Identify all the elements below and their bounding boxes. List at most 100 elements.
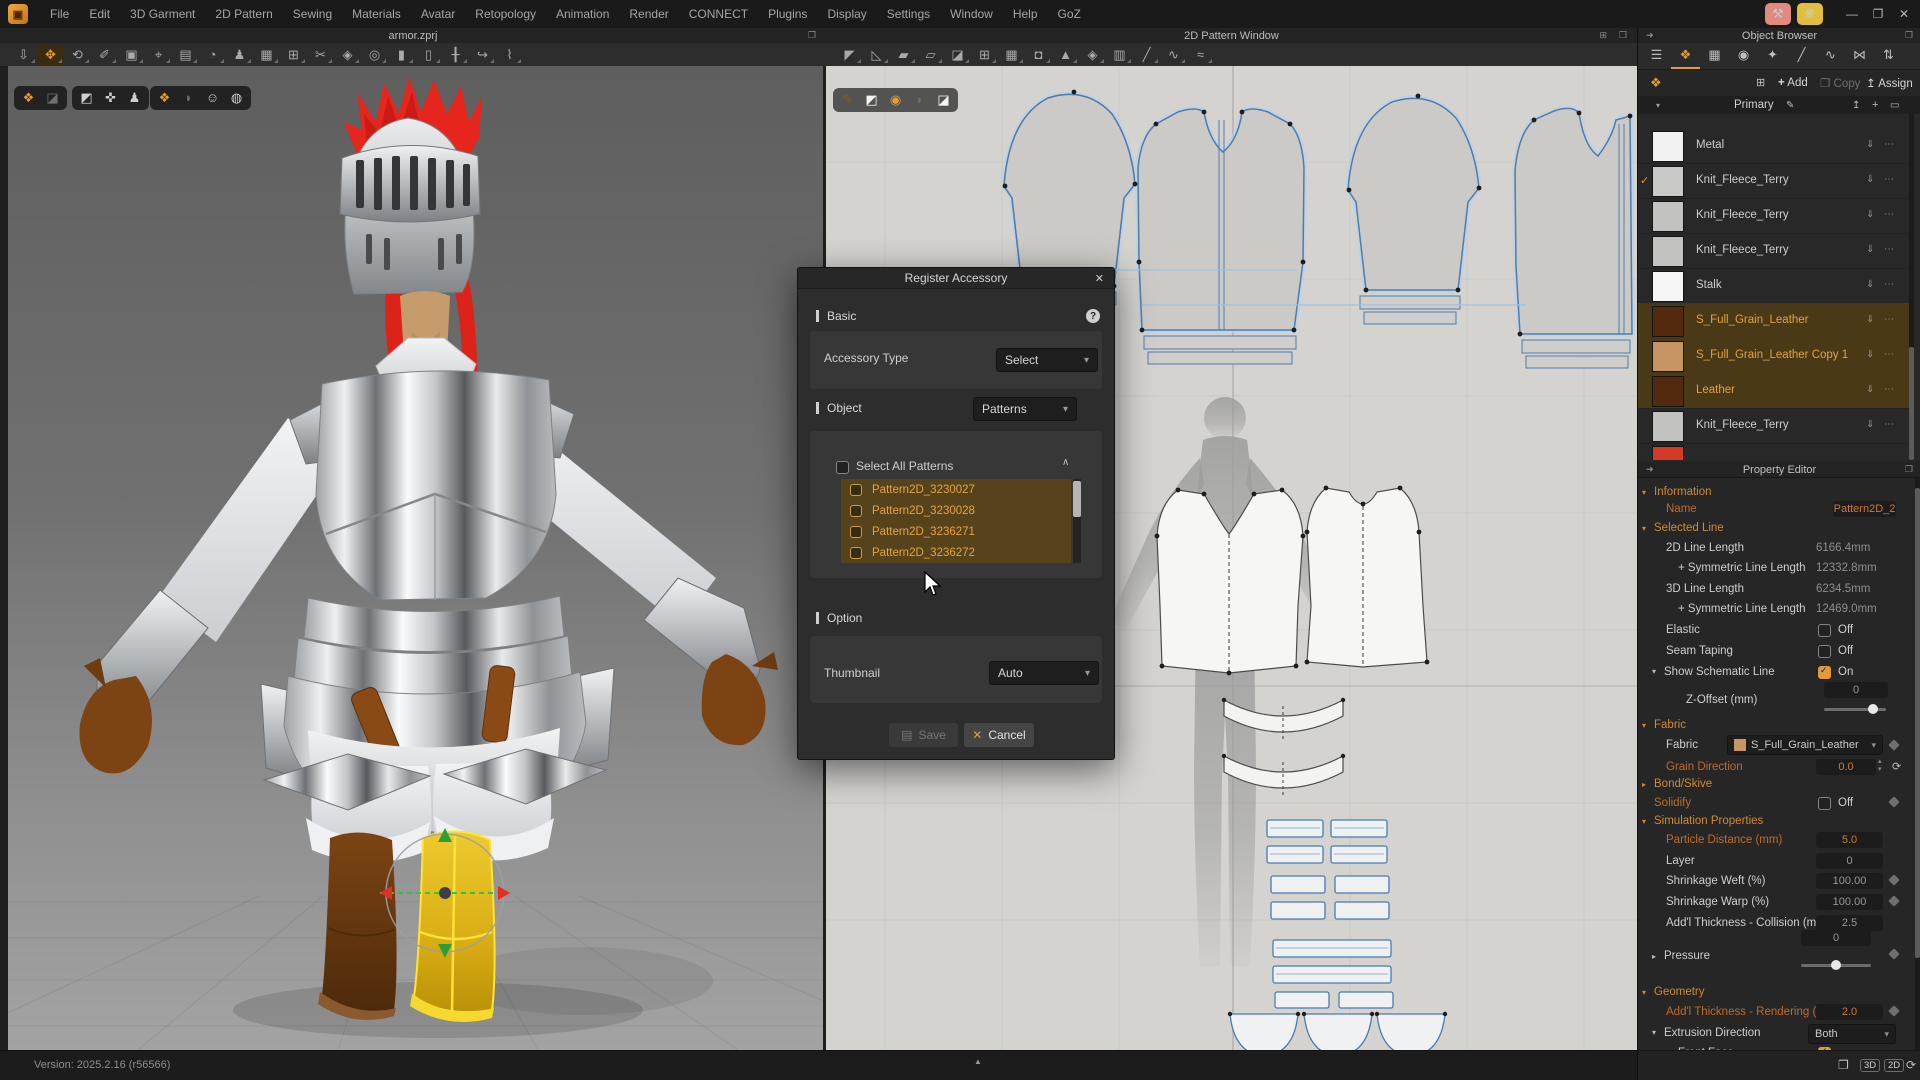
save-icon[interactable]: ⇓ (1866, 174, 1874, 185)
tab-list-icon[interactable]: ☰ (1642, 43, 1671, 67)
blade-icon[interactable]: ◗ (909, 90, 930, 110)
name-field[interactable]: Pattern2D_2 (1833, 501, 1896, 517)
import-icon[interactable]: ⊞ (1756, 76, 1765, 89)
keyframe-diamond-icon[interactable] (1888, 874, 1899, 885)
keyframe-diamond-icon[interactable] (1888, 895, 1899, 906)
section-caret-icon[interactable]: ▾ (1642, 817, 1646, 826)
elastic-checkbox[interactable] (1818, 624, 1831, 637)
popout-icon[interactable]: ❐ (1905, 464, 1913, 475)
save-icon[interactable]: ⇓ (1866, 384, 1874, 395)
tab-fabric-icon[interactable]: ❖ (1671, 43, 1700, 69)
more-menu-icon[interactable]: ⋯ (1884, 279, 1894, 290)
simulate-time-icon[interactable]: ◔ (200, 45, 225, 65)
section-caret-icon[interactable]: ▾ (1642, 988, 1646, 997)
section-caret-icon[interactable]: ▸ (1642, 780, 1646, 789)
accessory-type-dropdown[interactable]: Select (996, 348, 1098, 372)
more-menu-icon[interactable]: ⋯ (1884, 209, 1894, 220)
extrusion-dropdown[interactable]: Both (1808, 1024, 1896, 1044)
section-caret-icon[interactable]: ▾ (1642, 524, 1646, 533)
shirt-view-icon[interactable]: ◩ (76, 88, 97, 108)
pattern-list-item[interactable]: Pattern2D_3236272 (841, 542, 1071, 563)
menu-animation[interactable]: Animation (546, 7, 619, 21)
pattern-list-item[interactable]: Pattern2D_3236271 (841, 521, 1071, 542)
expand-up-icon[interactable]: ▲ (974, 1057, 982, 1066)
collapse-arrow-icon[interactable]: ➜ (1646, 464, 1654, 475)
fabric-row[interactable]: Knit_Fleece_Terry⇓⋯ (1638, 198, 1909, 234)
menu-plugins[interactable]: Plugins (758, 7, 817, 21)
float-icon[interactable]: ⊞ (1599, 30, 1607, 41)
save-icon[interactable]: ⇓ (1866, 139, 1874, 150)
folder-icon[interactable]: ▭ (1890, 100, 1899, 111)
collapse-chevron-icon[interactable]: ∧ (1062, 457, 1069, 468)
add-fabric-button[interactable]: + Add (1778, 77, 1808, 89)
menu-2d-pattern[interactable]: 2D Pattern (205, 7, 282, 21)
fabric-row[interactable]: Stalk⇓⋯ (1638, 268, 1909, 304)
tab-bow-icon[interactable]: ⋈ (1845, 43, 1874, 67)
curve-tool-icon[interactable]: ≈ (1188, 45, 1213, 65)
fabric-row[interactable]: Metal⇓⋯ (1638, 128, 1909, 164)
zoffset-slider[interactable] (1824, 708, 1886, 711)
popout-icon[interactable]: ❐ (1905, 30, 1913, 41)
assign-fabric-button[interactable]: ↥ Assign (1866, 76, 1913, 90)
save-icon[interactable]: ⇓ (1866, 209, 1874, 220)
pattern-checkbox[interactable] (850, 505, 862, 517)
edit-pattern-icon[interactable]: ◺ (864, 45, 889, 65)
menu-edit[interactable]: Edit (79, 7, 120, 21)
shirt-icon[interactable]: ▲ (1053, 45, 1078, 65)
schematic-checkbox[interactable] (1818, 666, 1831, 679)
row-caret-icon[interactable]: ▾ (1652, 667, 1656, 676)
menu-render[interactable]: Render (619, 7, 678, 21)
shirt-dot-icon[interactable]: ◪ (933, 90, 954, 110)
pins-view-icon[interactable]: ✜ (100, 88, 121, 108)
refresh-icon[interactable]: ⟳ (1906, 1058, 1916, 1072)
fabric-row-selected[interactable]: S_Full_Grain_Leather Copy 1⇓⋯ (1638, 338, 1909, 374)
dialog-close-icon[interactable]: ✕ (1095, 272, 1104, 285)
fabric-row[interactable]: Knit_Fleece_Terry⇓⋯ (1638, 408, 1909, 444)
menu-display[interactable]: Display (817, 7, 876, 21)
texture-view-icon[interactable]: ❖ (154, 88, 175, 108)
fabric-scrollbar[interactable] (1909, 114, 1914, 460)
save-button[interactable]: ▤Save (889, 723, 958, 747)
curve-tool-icon[interactable]: ↪ (470, 45, 495, 65)
globe-view-icon[interactable]: ◍ (226, 88, 247, 108)
pattern-list-item[interactable]: Pattern2D_3230028 (841, 500, 1071, 521)
spinner-icon[interactable]: ▴▾ (1878, 758, 1882, 774)
save-icon[interactable]: ⇓ (1866, 419, 1874, 430)
section-caret-icon[interactable]: ▾ (1642, 721, 1646, 730)
section-geometry[interactable]: Geometry (1654, 986, 1705, 998)
pages-icon[interactable]: ❐ (1838, 1058, 1849, 1072)
sewing-machine-icon[interactable]: ⊞ (972, 45, 997, 65)
pattern-checkbox[interactable] (850, 547, 862, 559)
expand-caret-icon[interactable]: ▾ (1656, 101, 1660, 110)
garment-tool-icon[interactable]: ▣ (119, 45, 144, 65)
plane-b-icon[interactable]: ▯ (416, 45, 441, 65)
avatar-view-icon[interactable]: ♟ (124, 88, 145, 108)
more-menu-icon[interactable]: ⋯ (1884, 419, 1894, 430)
fabric-dropdown[interactable]: S_Full_Grain_Leather Cop (1727, 735, 1883, 755)
menu-retopology[interactable]: Retopology (465, 7, 546, 21)
fold-tool-icon[interactable]: ▤ (173, 45, 198, 65)
transform-pattern-icon[interactable]: ◤ (837, 45, 862, 65)
menu-sewing[interactable]: Sewing (283, 7, 342, 21)
more-menu-icon[interactable]: ⋯ (1884, 314, 1894, 325)
pattern-solid-icon[interactable]: ▰ (891, 45, 916, 65)
close-button[interactable]: ✕ (1892, 0, 1916, 28)
keyframe-diamond-icon[interactable] (1888, 796, 1899, 807)
collision-field[interactable]: 2.5 (1816, 915, 1883, 931)
seam-pen-icon[interactable]: ✎ (837, 90, 858, 110)
sew-pattern-icon[interactable]: ◪ (945, 45, 970, 65)
menu-materials[interactable]: Materials (342, 7, 411, 21)
avatar-circle-icon[interactable]: ◉ (885, 90, 906, 110)
pattern-outline-icon[interactable]: ▱ (918, 45, 943, 65)
reset-rotate-icon[interactable]: ⟳ (1892, 760, 1901, 773)
grid-window-icon[interactable]: ⊞ (281, 45, 306, 65)
pin-tool-icon[interactable]: ⌖ (146, 45, 171, 65)
section-caret-icon[interactable]: ▾ (1642, 488, 1646, 497)
seam-taping-checkbox[interactable] (1818, 645, 1831, 658)
section-fabric[interactable]: Fabric (1654, 719, 1686, 731)
keyframe-diamond-icon[interactable] (1888, 739, 1899, 750)
blade-view-icon[interactable]: ◗ (178, 88, 199, 108)
edit-pencil-icon[interactable]: ✎ (1786, 100, 1794, 111)
menu-avatar[interactable]: Avatar (411, 7, 465, 21)
line-tool-icon[interactable]: ╱ (1134, 45, 1159, 65)
